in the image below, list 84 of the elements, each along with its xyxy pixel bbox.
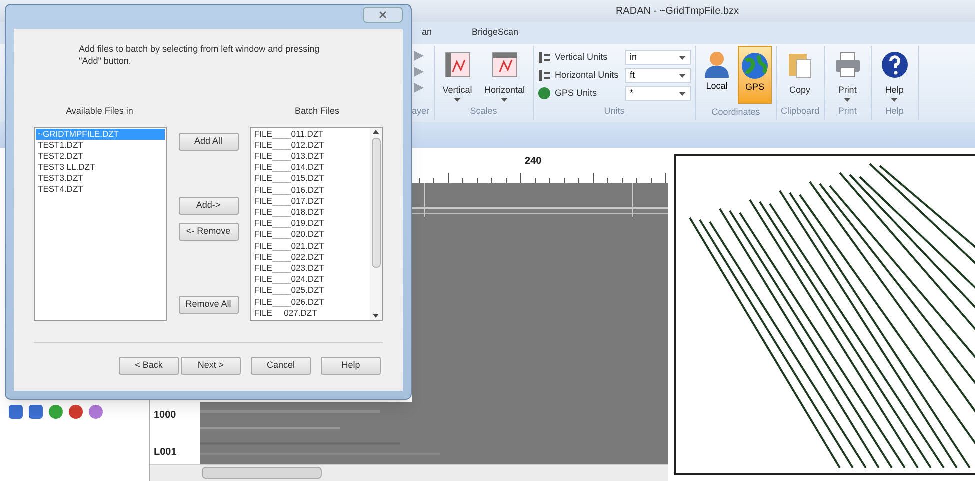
group-label: Units bbox=[603, 104, 626, 118]
caret-icon bbox=[679, 92, 686, 96]
file-list-item[interactable]: TEST3 LL.DZT bbox=[36, 162, 165, 172]
units-label: Vertical Units bbox=[555, 50, 609, 64]
axis-label: L001 bbox=[154, 446, 178, 460]
axis-label: 1000 bbox=[154, 409, 178, 423]
caret-icon bbox=[679, 74, 686, 78]
media-control-icon[interactable] bbox=[412, 50, 426, 62]
group-label: ayer bbox=[412, 104, 430, 118]
file-list-item[interactable]: FILE____014.DZT bbox=[252, 162, 369, 174]
scrollbar-thumb[interactable] bbox=[372, 138, 380, 268]
close-button[interactable] bbox=[363, 7, 403, 23]
file-list-item[interactable]: FILE____017.DZT bbox=[252, 196, 369, 207]
dialog-button[interactable]: Remove All bbox=[178, 296, 239, 314]
ribbon-tab[interactable]: BridgeScan bbox=[468, 26, 523, 40]
file-list-item[interactable]: FILE____018.DZT bbox=[252, 206, 369, 218]
scrollbar-thumb[interactable] bbox=[202, 467, 322, 479]
file-list-item[interactable]: FILE____021.DZT bbox=[252, 240, 369, 252]
dialog-button[interactable]: Cancel bbox=[251, 357, 311, 375]
file-list-item[interactable]: TEST1.DZT bbox=[36, 140, 165, 150]
dialog-button[interactable]: Help bbox=[321, 357, 381, 375]
dialog-button[interactable]: Add-> bbox=[178, 196, 239, 214]
file-list-item[interactable]: TEST3.DZT bbox=[36, 172, 165, 184]
chart-icon bbox=[442, 50, 473, 80]
file-list-item[interactable]: FILE____019.DZT bbox=[252, 218, 369, 230]
dialog-button[interactable]: <- Remove bbox=[178, 222, 239, 240]
file-list-item[interactable]: FILE____012.DZT bbox=[252, 140, 369, 151]
file-list-item[interactable]: FILE____022.DZT bbox=[252, 252, 369, 263]
group-label: Scales bbox=[469, 104, 498, 118]
ruler-icon bbox=[538, 69, 552, 82]
coordinate-button[interactable]: GPS bbox=[738, 46, 772, 104]
file-list-item[interactable]: FILE____025.DZT bbox=[252, 285, 369, 297]
dialog-button[interactable]: Next > bbox=[181, 357, 241, 375]
help-icon bbox=[880, 50, 910, 80]
file-list-item[interactable]: FILE____023.DZT bbox=[252, 262, 369, 274]
group-label: Coordinates bbox=[710, 106, 762, 118]
group-label: Print bbox=[837, 104, 858, 118]
ribbon-button[interactable]: Copy bbox=[781, 46, 820, 98]
media-control-icon[interactable] bbox=[412, 82, 426, 94]
scroll-down-icon[interactable] bbox=[373, 314, 379, 318]
units-dropdown[interactable]: in bbox=[625, 50, 692, 65]
dialog-button[interactable]: < Back bbox=[119, 357, 179, 375]
media-control-icon[interactable] bbox=[412, 66, 426, 78]
ribbon-tab[interactable]: an bbox=[418, 26, 436, 40]
globe-icon bbox=[740, 51, 770, 81]
file-list-item[interactable]: FILE____011.DZT bbox=[252, 128, 369, 140]
caret-icon bbox=[679, 56, 686, 60]
caret-icon bbox=[891, 98, 898, 102]
file-list-item[interactable]: FILE____015.DZT bbox=[252, 173, 369, 185]
dialog-button[interactable]: Add All bbox=[178, 132, 239, 150]
instruction-text: Add files to batch by selecting from left window and pressing "Add" button. bbox=[79, 43, 321, 67]
ribbon-button[interactable]: Help bbox=[876, 46, 914, 102]
ribbon-button[interactable]: Vertical bbox=[438, 46, 477, 102]
file-list-item[interactable]: FILE____013.DZT bbox=[252, 150, 369, 162]
caret-icon bbox=[454, 98, 462, 102]
close-icon bbox=[379, 11, 387, 19]
file-list-item[interactable]: FILE____016.DZT bbox=[252, 184, 369, 196]
group-label: Help bbox=[884, 104, 905, 118]
file-list-item[interactable]: FILE____020.DZT bbox=[252, 229, 369, 241]
group-label: Clipboard bbox=[781, 104, 820, 118]
file-list-item[interactable]: TEST4.DZT bbox=[36, 184, 165, 194]
ruler-icon bbox=[538, 51, 552, 64]
ribbon-button[interactable]: Print bbox=[828, 46, 867, 102]
caret-icon bbox=[501, 98, 508, 102]
globe-icon bbox=[538, 87, 552, 100]
available-files-list[interactable]: ~GRIDTMPFILE.DZT TEST1.DZT TEST2.DZT TEST3 LL.DZT TEST3.DZT TEST4.DZT bbox=[34, 126, 167, 320]
file-list-item[interactable]: FILE____026.DZT bbox=[252, 296, 369, 308]
caret-icon bbox=[844, 98, 852, 102]
units-label: Horizontal Units bbox=[555, 68, 620, 82]
ruler-label: 240 bbox=[525, 155, 542, 169]
file-list-item[interactable]: TEST2.DZT bbox=[36, 150, 165, 162]
list-heading: Batch Files bbox=[294, 105, 341, 118]
file-list-item[interactable]: FILE 027.DZT bbox=[252, 308, 369, 319]
chart-icon bbox=[490, 50, 520, 80]
units-label: GPS Units bbox=[555, 86, 598, 100]
units-dropdown[interactable]: ft bbox=[625, 68, 692, 83]
coordinate-button[interactable]: Local bbox=[700, 46, 734, 104]
file-list-item[interactable]: FILE____024.DZT bbox=[252, 274, 369, 286]
ribbon-button[interactable]: Horizontal bbox=[480, 46, 530, 102]
batch-files-list[interactable] bbox=[250, 126, 383, 320]
window-title: RADAN - ~GridTmpFile.bzx bbox=[616, 4, 740, 18]
units-dropdown[interactable]: * bbox=[625, 86, 692, 101]
list-heading: Available Files in bbox=[65, 105, 134, 118]
scroll-up-icon[interactable] bbox=[373, 130, 379, 134]
